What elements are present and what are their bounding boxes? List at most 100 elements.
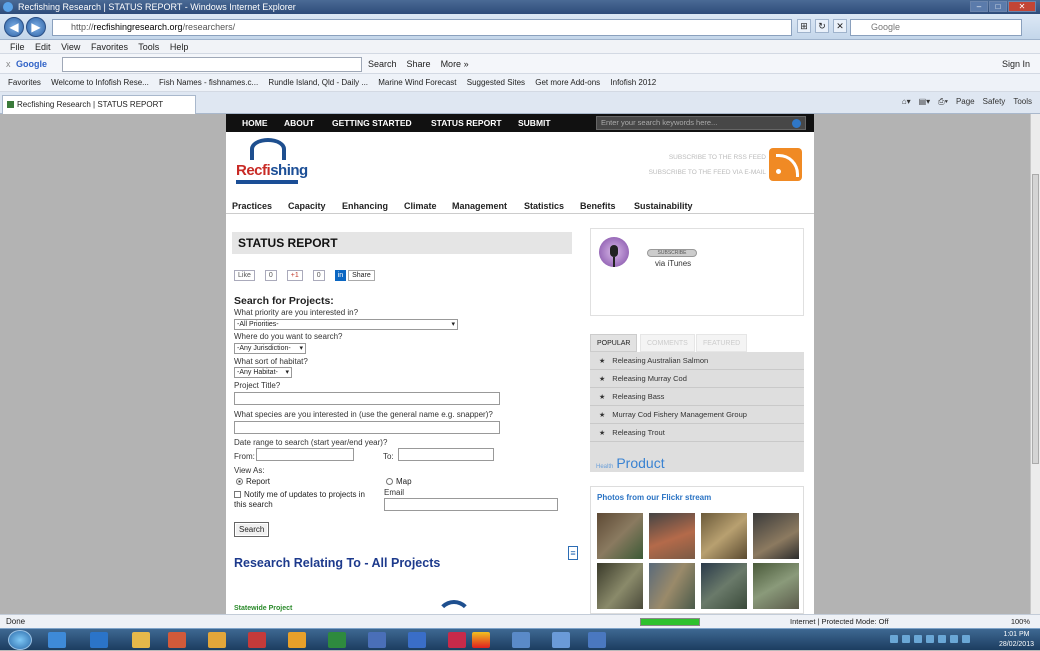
flickr-photo[interactable] — [753, 563, 799, 609]
chrome-taskbar-icon[interactable] — [248, 632, 266, 648]
close-button[interactable]: ✕ — [1008, 1, 1036, 12]
facebook-like-button[interactable]: Like — [234, 270, 255, 281]
print-icon[interactable]: ⎙▾ — [938, 97, 948, 107]
scroll-thumb[interactable] — [1032, 174, 1039, 464]
feed-icon[interactable]: ≡ — [568, 546, 578, 560]
forward-button[interactable]: ▶ — [26, 17, 46, 37]
compat-view-icon[interactable]: ⊞ — [797, 19, 811, 33]
maximize-button[interactable]: □ — [989, 1, 1007, 12]
tray-icon[interactable] — [950, 635, 958, 643]
menu-view[interactable]: View — [61, 42, 80, 52]
clock[interactable]: 1:01 PM 28/02/2013 — [999, 629, 1034, 651]
cat-statistics[interactable]: Statistics — [524, 198, 564, 214]
cat-management[interactable]: Management — [452, 198, 507, 214]
linkedin-icon[interactable]: in — [334, 270, 347, 281]
browser-search-input[interactable]: Google — [850, 19, 1022, 36]
app-taskbar-icon[interactable] — [288, 632, 306, 648]
menu-favorites[interactable]: Favorites — [91, 42, 128, 52]
flickr-photo[interactable] — [701, 563, 747, 609]
flickr-photo[interactable] — [649, 563, 695, 609]
subscribe-email-link[interactable]: SUBSCRIBE TO THE FEED VIA E-MAIL — [649, 165, 766, 180]
address-bar[interactable]: http://recfishingresearch.org/researcher… — [52, 19, 792, 36]
jurisdiction-select[interactable]: -Any Jurisdiction- — [234, 343, 306, 354]
safety-menu[interactable]: Safety — [983, 97, 1006, 107]
list-item[interactable]: Releasing Trout — [590, 424, 804, 442]
to-year-input[interactable] — [398, 448, 494, 461]
menu-help[interactable]: Help — [170, 42, 189, 52]
nav-home[interactable]: HOME — [242, 114, 268, 132]
cat-sustainability[interactable]: Sustainability — [634, 198, 693, 214]
app-taskbar-icon[interactable] — [512, 632, 530, 648]
tab-featured[interactable]: FEATURED — [696, 334, 748, 352]
flickr-photo[interactable] — [649, 513, 695, 559]
tab-comments[interactable]: COMMENTS — [640, 334, 695, 352]
start-button[interactable] — [8, 630, 32, 650]
page-menu[interactable]: Page — [956, 97, 975, 107]
outlook-taskbar-icon[interactable] — [90, 632, 108, 648]
stop-icon[interactable]: ✕ — [833, 19, 847, 33]
habitat-select[interactable]: -Any Habitat- — [234, 367, 292, 378]
feeds-icon[interactable]: ▤▾ — [919, 97, 931, 107]
app-taskbar-icon[interactable] — [448, 632, 466, 648]
nav-status-report[interactable]: STATUS REPORT — [431, 114, 502, 132]
statewide-project-label[interactable]: Statewide Project — [234, 605, 292, 612]
zoom-level[interactable]: 100% — [1011, 615, 1030, 628]
google-search-button[interactable]: Search — [368, 54, 397, 74]
cat-practices[interactable]: Practices — [232, 198, 272, 214]
minimize-button[interactable]: – — [970, 1, 988, 12]
tray-icon[interactable] — [902, 635, 910, 643]
gplus-button[interactable]: +1 — [286, 270, 303, 281]
tag-product[interactable]: Product — [616, 455, 664, 471]
security-zone[interactable]: Internet | Protected Mode: Off — [790, 615, 889, 628]
nav-submit[interactable]: SUBMIT — [518, 114, 551, 132]
app-taskbar-icon[interactable] — [588, 632, 606, 648]
list-item[interactable]: Releasing Murray Cod — [590, 370, 804, 388]
search-button[interactable]: Search — [234, 522, 270, 537]
favorite-link[interactable]: Infofish 2012 — [610, 78, 656, 87]
list-item[interactable]: Releasing Australian Salmon — [590, 352, 804, 370]
favorite-link[interactable]: Rundle Island, Qld - Daily ... — [268, 78, 368, 87]
app-taskbar-icon[interactable] — [552, 632, 570, 648]
tray-icon[interactable] — [926, 635, 934, 643]
flickr-photo[interactable] — [753, 513, 799, 559]
tray-icon[interactable] — [938, 635, 946, 643]
close-toolbar-icon[interactable]: x — [6, 54, 11, 74]
menu-tools[interactable]: Tools — [138, 42, 159, 52]
cat-benefits[interactable]: Benefits — [580, 198, 616, 214]
list-item[interactable]: Murray Cod Fishery Management Group — [590, 406, 804, 424]
excel-taskbar-icon[interactable] — [328, 632, 346, 648]
rss-icon[interactable] — [769, 148, 802, 181]
tag-health[interactable]: Health — [596, 464, 613, 470]
tray-icon[interactable] — [890, 635, 898, 643]
species-input[interactable] — [234, 421, 500, 434]
google-sign-in[interactable]: Sign In — [1002, 54, 1030, 74]
report-radio[interactable]: Report — [236, 477, 270, 486]
favorite-link[interactable]: Suggested Sites — [467, 78, 525, 87]
powerpoint-taskbar-icon[interactable] — [168, 632, 186, 648]
site-search-input[interactable]: Enter your search keywords here... — [596, 116, 806, 130]
email-input[interactable] — [384, 498, 558, 511]
explorer-taskbar-icon[interactable] — [132, 632, 150, 648]
vertical-scrollbar[interactable] — [1030, 114, 1040, 614]
word-taskbar-icon[interactable] — [408, 632, 426, 648]
favorite-link[interactable]: Get more Add-ons — [535, 78, 600, 87]
google-share-button[interactable]: Share — [407, 54, 431, 74]
google-toolbar-input[interactable] — [62, 57, 362, 72]
acrobat-taskbar-icon[interactable] — [472, 632, 490, 648]
tools-menu[interactable]: Tools — [1013, 97, 1032, 107]
ie-taskbar-icon[interactable] — [48, 632, 66, 648]
favorite-link[interactable]: Fish Names - fishnames.c... — [159, 78, 258, 87]
subscribe-rss-link[interactable]: SUBSCRIBE TO THE RSS FEED — [649, 150, 766, 165]
flickr-photo[interactable] — [597, 563, 643, 609]
linkedin-share-button[interactable]: Share — [348, 270, 375, 281]
itunes-subscribe-button[interactable]: SUBSCRIBE — [647, 249, 697, 257]
browser-tab[interactable]: Recfishing Research | STATUS REPORT — [2, 95, 196, 114]
cat-enhancing[interactable]: Enhancing — [342, 198, 388, 214]
tray-icon[interactable] — [914, 635, 922, 643]
volume-icon[interactable] — [962, 635, 970, 643]
nav-getting-started[interactable]: GETTING STARTED — [332, 114, 412, 132]
tab-popular[interactable]: POPULAR — [590, 334, 638, 352]
notify-checkbox[interactable]: Notify me of updates to projects in this… — [234, 490, 374, 510]
app-taskbar-icon[interactable] — [208, 632, 226, 648]
home-icon[interactable]: ⌂▾ — [902, 97, 911, 107]
